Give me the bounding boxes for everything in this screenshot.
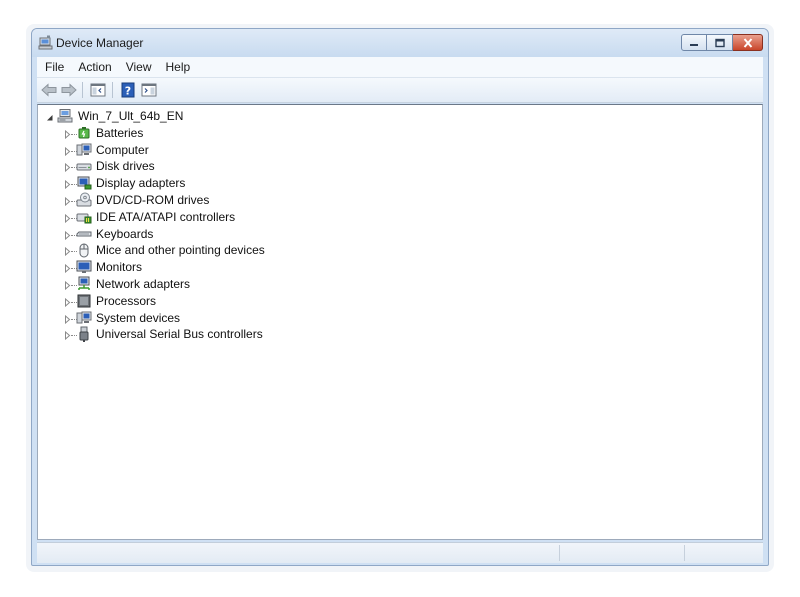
close-button[interactable] bbox=[733, 34, 763, 51]
svg-text:?: ? bbox=[125, 85, 131, 98]
tree-node-label: Universal Serial Bus controllers bbox=[96, 327, 263, 342]
network-adapter-icon bbox=[76, 276, 92, 292]
tree-node-dvd-cd-rom-drives[interactable]: DVD/CD-ROM drives bbox=[38, 192, 762, 209]
tree-root-label: Win_7_Ult_64b_EN bbox=[78, 109, 184, 123]
computer-icon bbox=[57, 108, 73, 124]
action-pane-icon bbox=[141, 83, 157, 97]
tree-node-batteries[interactable]: Batteries bbox=[38, 125, 762, 142]
collapse-arrow-icon[interactable] bbox=[45, 112, 54, 121]
tree-node-label: System devices bbox=[96, 310, 181, 325]
status-bar bbox=[37, 542, 763, 563]
tree-node-label: Processors bbox=[96, 293, 157, 308]
status-pane-middle bbox=[559, 545, 684, 561]
computer-icon bbox=[76, 142, 92, 158]
tree-node-label: DVD/CD-ROM drives bbox=[96, 193, 210, 207]
back-button[interactable] bbox=[40, 81, 58, 99]
tree-node-label: Keyboards bbox=[96, 226, 154, 241]
keyboard-icon bbox=[76, 226, 92, 242]
battery-icon bbox=[76, 125, 92, 141]
device-manager-app-icon bbox=[38, 35, 54, 51]
ide-controller-icon bbox=[76, 209, 92, 225]
display-adapter-icon bbox=[76, 175, 92, 191]
console-tree-icon bbox=[90, 83, 106, 97]
toolbar: ? bbox=[37, 78, 763, 103]
forward-button[interactable] bbox=[60, 81, 78, 99]
tree-node-label: Display adapters bbox=[96, 176, 186, 191]
tree-node-display-adapters[interactable]: Display adapters bbox=[38, 175, 762, 192]
maximize-icon bbox=[714, 38, 725, 47]
tree-node-universal-serial-bus-controllers[interactable]: Universal Serial Bus controllers bbox=[38, 326, 762, 343]
menu-bar: File Action View Help bbox=[37, 57, 763, 78]
tree-root-node[interactable]: Win_7_Ult_64b_EN bbox=[38, 108, 762, 125]
tree-node-ide-ata-atapi-controllers[interactable]: IDE ATA/ATAPI controllers bbox=[38, 209, 762, 226]
show-hide-action-pane-button[interactable] bbox=[140, 81, 158, 99]
tree-node-processors[interactable]: Processors bbox=[38, 293, 762, 310]
tree-node-keyboards[interactable]: Keyboards bbox=[38, 226, 762, 243]
tree-node-computer[interactable]: Computer bbox=[38, 142, 762, 159]
window-title: Device Manager bbox=[56, 36, 144, 50]
caption-buttons bbox=[681, 34, 763, 51]
usb-icon bbox=[76, 326, 92, 343]
monitor-icon bbox=[76, 259, 92, 275]
minimize-button[interactable] bbox=[681, 34, 707, 51]
tree-node-disk-drives[interactable]: Disk drives bbox=[38, 158, 762, 175]
title-bar[interactable]: Device Manager bbox=[32, 29, 768, 57]
menu-file[interactable]: File bbox=[37, 57, 71, 77]
tree-node-monitors[interactable]: Monitors bbox=[38, 259, 762, 276]
toolbar-separator bbox=[112, 82, 113, 98]
mouse-icon bbox=[76, 242, 92, 258]
disk-drive-icon bbox=[76, 158, 92, 174]
menu-action[interactable]: Action bbox=[71, 57, 118, 77]
system-device-icon bbox=[76, 310, 92, 326]
tree-node-label: IDE ATA/ATAPI controllers bbox=[96, 209, 236, 224]
menu-view[interactable]: View bbox=[119, 57, 159, 77]
tree-node-label: Monitors bbox=[96, 260, 143, 275]
minimize-icon bbox=[690, 43, 698, 46]
toolbar-separator bbox=[82, 82, 83, 98]
arrow-right-icon bbox=[61, 83, 77, 97]
arrow-left-icon bbox=[41, 83, 57, 97]
show-hide-console-tree-button[interactable] bbox=[89, 81, 107, 99]
tree-node-system-devices[interactable]: System devices bbox=[38, 310, 762, 327]
tree-node-label: Network adapters bbox=[96, 277, 191, 291]
tree-node-label: Disk drives bbox=[96, 159, 155, 174]
tree-node-label: Mice and other pointing devices bbox=[96, 243, 265, 258]
help-icon: ? bbox=[121, 82, 135, 98]
menu-help[interactable]: Help bbox=[159, 57, 198, 77]
tree-node-mice-and-other-pointing-devices[interactable]: Mice and other pointing devices bbox=[38, 242, 762, 259]
status-pane-right bbox=[684, 545, 765, 561]
maximize-button[interactable] bbox=[707, 34, 733, 51]
tree-node-label: Computer bbox=[96, 142, 149, 157]
help-button[interactable]: ? bbox=[119, 81, 137, 99]
tree-node-label: Batteries bbox=[96, 125, 144, 140]
dvd-drive-icon bbox=[76, 192, 92, 208]
device-manager-window: Device Manager File Action View Help ? W… bbox=[31, 28, 769, 566]
tree-node-network-adapters[interactable]: Network adapters bbox=[38, 276, 762, 293]
close-icon bbox=[743, 37, 752, 48]
device-tree-pane[interactable]: Win_7_Ult_64b_EN Batteries Computer Disk d… bbox=[37, 104, 763, 540]
processor-icon bbox=[76, 293, 92, 309]
status-pane-main bbox=[37, 545, 558, 561]
